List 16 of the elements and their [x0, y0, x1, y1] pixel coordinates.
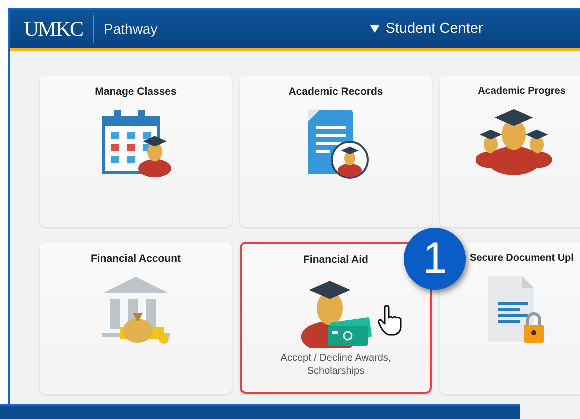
- caret-icon: [370, 25, 380, 33]
- tile-title: Manage Classes: [95, 86, 177, 98]
- hand-cursor-icon: [377, 305, 405, 337]
- tile-title: Secure Document Upl: [470, 253, 574, 264]
- app-name: Pathway: [104, 21, 158, 37]
- tile-title: Financial Account: [90, 253, 182, 265]
- navigation-tile[interactable]: Academic Progres: [440, 75, 580, 227]
- navigation-tile[interactable]: Financial Account: [40, 242, 232, 394]
- tile-title: Financial Aid: [304, 254, 368, 266]
- tile-title: Academic Records: [288, 86, 384, 98]
- student-center-menu[interactable]: Student Center: [370, 21, 484, 37]
- university-logo[interactable]: UMKC: [24, 16, 84, 42]
- tile-title: Academic Progres: [478, 86, 566, 97]
- navigation-tile[interactable]: Manage Classes: [40, 75, 232, 227]
- navigation-tile[interactable]: Academic Records: [240, 75, 432, 227]
- tile-description: Accept / Decline Awards, Scholarships: [280, 352, 392, 378]
